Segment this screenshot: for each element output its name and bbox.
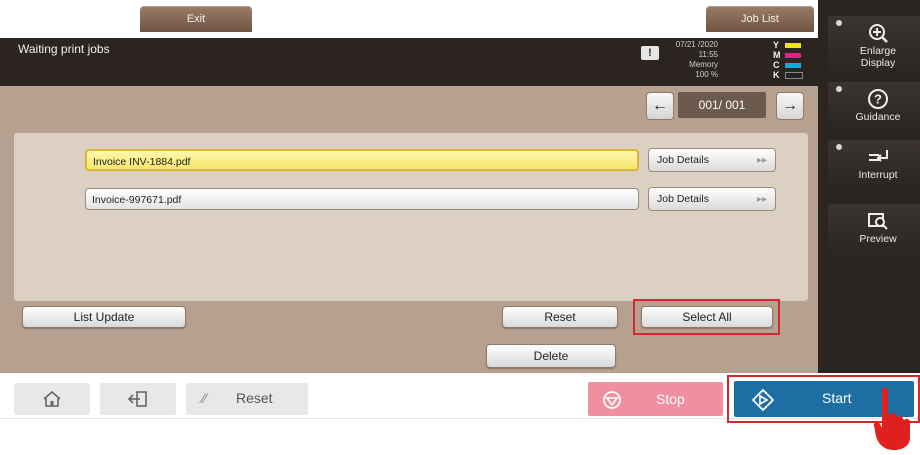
toner-letter: M (773, 50, 781, 60)
delete-bar (0, 338, 818, 373)
top-tab-strip (0, 0, 818, 38)
preview-label: Preview (859, 233, 897, 245)
memory-label: Memory (689, 60, 718, 69)
home-icon (43, 391, 61, 407)
next-page-button[interactable]: → (776, 92, 804, 120)
job-details-button[interactable]: Job Details ▸▸ (648, 187, 776, 211)
toner-letter: Y (773, 40, 780, 50)
toner-letter: K (773, 70, 780, 80)
interrupt-label: Interrupt (858, 169, 898, 181)
preview-icon (868, 213, 888, 230)
toner-row-y: Y (773, 40, 813, 50)
job-details-label: Job Details (657, 193, 709, 205)
login-logout-button[interactable] (100, 383, 176, 415)
job-details-label: Job Details (657, 154, 709, 166)
status-alert-icon[interactable]: ! (641, 46, 659, 60)
job-list-tab[interactable]: Job List (706, 6, 814, 32)
pointer-hand-icon (873, 387, 910, 450)
job-details-button[interactable]: Job Details ▸▸ (648, 148, 776, 172)
logout-icon (128, 391, 147, 407)
toner-bar (785, 62, 801, 68)
stop-icon (603, 391, 621, 409)
toner-levels: Y M C K (773, 40, 813, 80)
prev-page-button[interactable]: ← (646, 92, 674, 120)
enlarge-label: Enlarge (859, 45, 897, 57)
toner-bar (785, 52, 801, 58)
preview-button[interactable]: Preview (828, 204, 920, 260)
guidance-label: Guidance (855, 111, 901, 123)
toner-bar (785, 42, 801, 48)
interrupt-button[interactable]: Interrupt (828, 140, 920, 194)
date-text: 07/21 /2020 (675, 40, 718, 49)
double-chevron-right-icon: ▸▸ (756, 194, 767, 205)
indicator-dot (836, 20, 842, 26)
zoom-in-icon (869, 24, 888, 43)
help-icon: ? (868, 89, 888, 109)
toner-letter: C (773, 60, 780, 70)
toner-row-m: M (773, 50, 813, 60)
memory-value: 100 % (695, 70, 718, 79)
reset-label: Reset (236, 390, 273, 406)
delete-button[interactable]: Delete (486, 344, 616, 368)
stop-label: Stop (656, 391, 685, 407)
title-bar: Waiting print jobs ! 07/21 /2020 11:55 M… (0, 38, 818, 86)
toner-row-k: K (773, 70, 813, 80)
indicator-dot (836, 144, 842, 150)
job-list-item[interactable]: Invoice-997671.pdf (85, 188, 639, 210)
reset-selection-button[interactable]: Reset (502, 306, 618, 328)
home-button[interactable] (14, 383, 90, 415)
svg-text:?: ? (874, 92, 882, 107)
guidance-button[interactable]: ? Guidance (828, 82, 920, 132)
page-counter: 001/ 001 (678, 92, 766, 118)
status-readout: 07/21 /2020 11:55 Memory 100 % (676, 40, 718, 80)
double-chevron-right-icon: ▸▸ (756, 155, 767, 166)
exit-label: Exit (186, 13, 206, 25)
interrupt-icon (869, 150, 888, 162)
select-all-button[interactable]: Select All (641, 306, 773, 328)
exit-button[interactable]: Exit (140, 6, 252, 32)
display-label: Display (860, 57, 896, 69)
stop-button[interactable]: Stop (588, 382, 723, 416)
enlarge-display-button[interactable]: Enlarge Display (828, 16, 920, 80)
pager: ← 001/ 001 → (640, 92, 808, 122)
toner-bar (785, 71, 803, 79)
time-text: 11:55 (698, 50, 718, 59)
page-title: Waiting print jobs (18, 42, 110, 56)
reset-slash-icon: ⁄⁄ (202, 390, 207, 406)
toner-row-c: C (773, 60, 813, 70)
list-update-button[interactable]: List Update (22, 306, 186, 328)
job-list-label: Job List (741, 13, 779, 25)
job-list-item-selected[interactable]: Invoice INV-1884.pdf (85, 149, 639, 171)
indicator-dot (836, 86, 842, 92)
reset-button[interactable]: ⁄⁄ Reset (186, 383, 308, 415)
